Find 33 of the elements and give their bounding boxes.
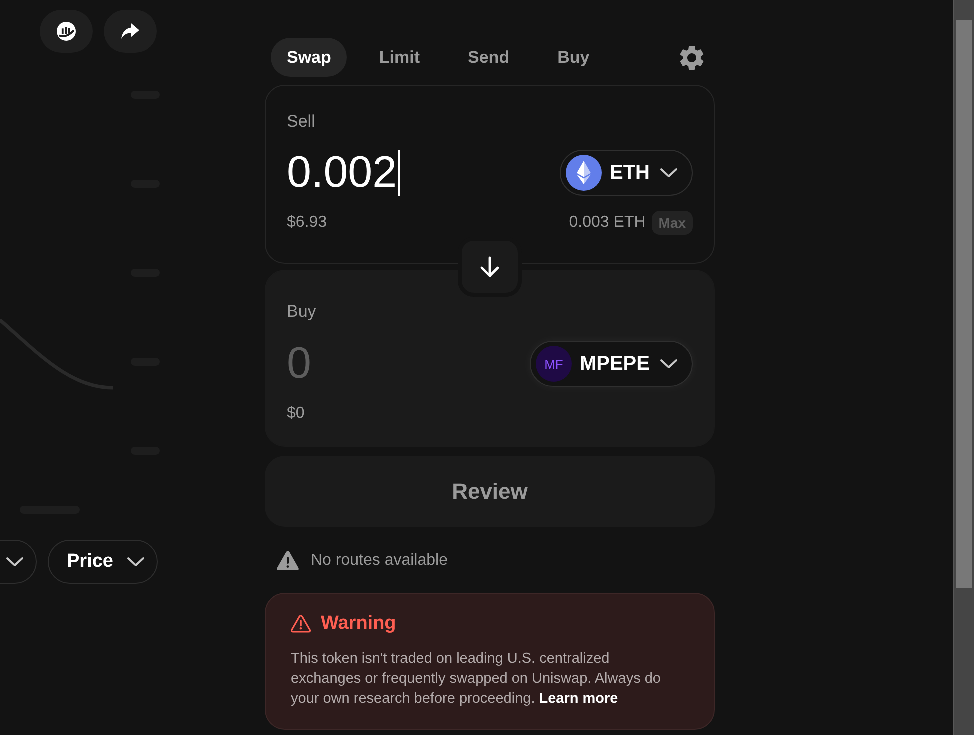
- chart-icon: [57, 22, 76, 41]
- chevron-down-icon: [6, 557, 24, 567]
- chevron-down-icon: [660, 359, 678, 369]
- warning-icon: [277, 551, 299, 571]
- warning-title: Warning: [321, 613, 396, 635]
- share-button[interactable]: [104, 10, 157, 53]
- share-icon: [121, 23, 140, 40]
- chart-button[interactable]: [40, 10, 93, 53]
- tab[interactable]: Limit: [363, 38, 436, 77]
- fiat-value: $0: [287, 405, 305, 423]
- token-selector[interactable]: ETH: [560, 150, 693, 196]
- warning-text: This token isn't traded on leading U.S. centralized exchanges or frequently swapped on Uniswap. Always do your own research before proceeding. Learn more: [291, 650, 662, 709]
- amount-field[interactable]: 0.002: [287, 150, 400, 196]
- balance-text: 0.003 ETH: [569, 214, 646, 232]
- token-logo: MF: [536, 346, 572, 382]
- arrow-down-icon: [479, 256, 501, 278]
- scrollbar-thumb[interactable]: [956, 20, 972, 588]
- settings-icon[interactable]: [680, 46, 704, 70]
- tab[interactable]: Send: [452, 38, 526, 77]
- warning-icon: [291, 615, 311, 633]
- token-selector[interactable]: MF MPEPE: [530, 341, 693, 387]
- tab[interactable]: Swap: [271, 38, 348, 77]
- chevron-down-icon: [660, 168, 678, 178]
- panel-label: Buy: [287, 301, 316, 323]
- chevron-down-icon: [127, 557, 146, 567]
- text-cursor-icon: [398, 150, 400, 196]
- status-message: No routes available: [311, 552, 448, 570]
- learn-more-link[interactable]: Learn more: [539, 691, 618, 707]
- tab[interactable]: Buy: [542, 38, 606, 77]
- dropdown-button[interactable]: Price: [48, 540, 158, 584]
- diamond-logo-icon: [566, 155, 602, 191]
- panel-label: Sell: [287, 111, 316, 133]
- fiat-value: $6.93: [287, 214, 328, 232]
